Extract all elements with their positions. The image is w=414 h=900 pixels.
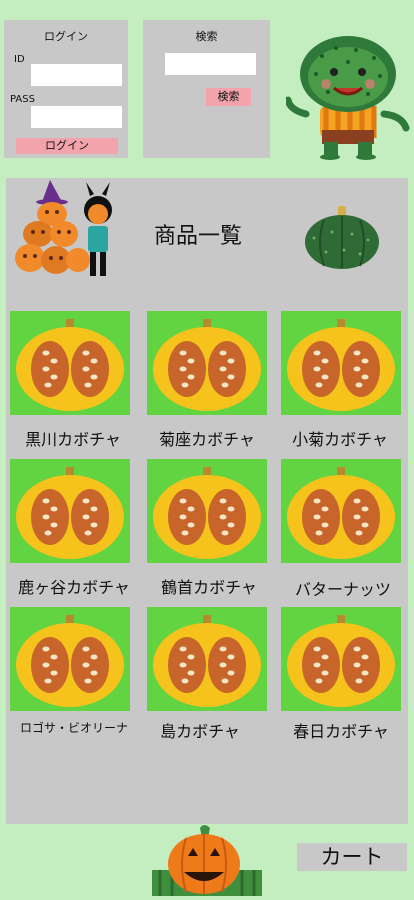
id-label: ID xyxy=(14,54,25,65)
product-name[interactable]: 鹿ヶ谷カボチャ xyxy=(8,574,140,598)
cart-button[interactable]: カート xyxy=(297,843,407,871)
product-name[interactable]: バターナッツ xyxy=(283,576,403,600)
product-image[interactable] xyxy=(281,459,401,563)
product-image[interactable] xyxy=(281,607,401,711)
search-button[interactable]: 検索 xyxy=(206,88,251,106)
product-name[interactable]: 春日カボチャ xyxy=(281,718,401,742)
login-title: ログイン xyxy=(44,30,88,43)
product-name[interactable]: 島カボチャ xyxy=(140,718,260,742)
product-image[interactable] xyxy=(281,311,401,415)
green-kabocha-illustration xyxy=(302,204,382,274)
pass-input[interactable] xyxy=(31,106,122,128)
login-panel: ログイン ID PASS ログイン xyxy=(4,20,128,158)
search-input[interactable] xyxy=(165,53,256,75)
product-name[interactable]: 鶴首カボチャ xyxy=(147,574,271,598)
product-image[interactable] xyxy=(10,607,130,711)
product-name[interactable]: ロゴサ・ビオリーナ xyxy=(8,719,140,736)
green-ogre-mascot xyxy=(284,22,410,164)
halloween-pumpkins-illustration xyxy=(12,180,120,284)
product-image[interactable] xyxy=(147,607,267,711)
pass-label: PASS xyxy=(10,94,35,105)
product-name[interactable]: 小菊カボチャ xyxy=(277,426,403,450)
page-title: 商品一覧 xyxy=(154,224,243,249)
product-name[interactable]: 黒川カボチャ xyxy=(10,426,136,450)
product-image[interactable] xyxy=(10,459,130,563)
search-title: 検索 xyxy=(195,30,218,43)
login-button[interactable]: ログイン xyxy=(16,138,118,154)
product-name[interactable]: 菊座カボチャ xyxy=(147,426,267,450)
id-input[interactable] xyxy=(31,64,122,86)
search-panel: 検索 検索 xyxy=(143,20,270,158)
product-image[interactable] xyxy=(147,311,267,415)
jack-o-lantern-mascot xyxy=(152,824,262,900)
product-image[interactable] xyxy=(147,459,267,563)
product-image[interactable] xyxy=(10,311,130,415)
